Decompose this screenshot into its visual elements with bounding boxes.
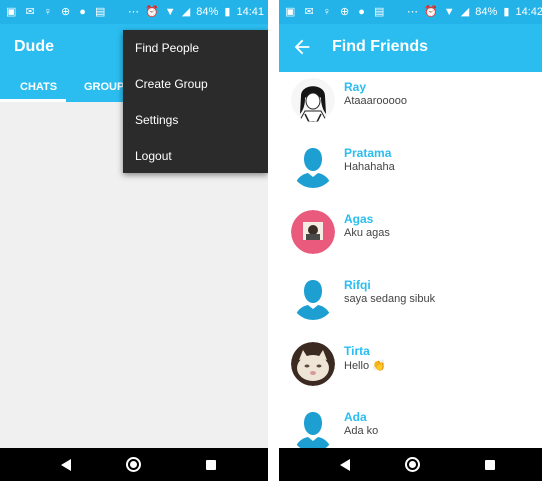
right-screen: ▣ ✉ ♀ ⊕ ● ▤ ⋯ ⏰ ▼ ◢ 84% ▮ 14:42 Find Fri…	[279, 0, 542, 481]
tab-chats[interactable]: CHATS	[20, 81, 57, 93]
friend-status: Aku agas	[344, 227, 390, 239]
sketch-photo-icon	[291, 78, 335, 122]
system-nav-bar	[0, 448, 268, 481]
menu-item-logout[interactable]: Logout	[135, 149, 172, 163]
friend-name: Ada	[344, 410, 367, 424]
friend-status: Ada ko	[344, 425, 379, 437]
avatar	[291, 78, 335, 122]
clock: 14:41	[236, 6, 264, 18]
nav-recents-icon[interactable]	[206, 460, 216, 470]
friend-status: Hahahaha	[344, 161, 395, 173]
status-right: ⋯ ⏰ ▼ ◢ 84% ▮ 14:42	[404, 5, 542, 18]
list-item[interactable]: Tirta Hello 👏	[279, 342, 542, 408]
battery-icon: ▮	[224, 6, 231, 18]
friend-name: Rifqi	[344, 278, 371, 292]
friend-status: saya sedang sibuk	[344, 293, 436, 305]
friend-status: Hello 👏	[344, 360, 386, 372]
list-item[interactable]: Ray Ataaarooooo	[279, 78, 542, 144]
alarm-icon: ⏰	[145, 6, 159, 18]
more-icon: ⋯	[127, 6, 139, 18]
notification-icons: ▣ ✉ ♀ ⊕ ● ▤	[285, 6, 388, 18]
battery-percent: 84%	[196, 6, 219, 18]
system-nav-bar	[279, 448, 542, 481]
signal-icon: ◢	[181, 6, 191, 18]
nav-recents-icon[interactable]	[485, 460, 495, 470]
menu-item-find-people[interactable]: Find People	[135, 41, 199, 55]
cat-photo-icon	[291, 342, 335, 386]
list-item[interactable]: Agas Aku agas	[279, 210, 542, 276]
avatar	[291, 144, 335, 188]
nav-home-icon[interactable]	[126, 457, 141, 472]
nav-back-icon[interactable]	[340, 459, 350, 471]
status-bar: ▣ ✉ ♀ ⊕ ● ▤ ⋯ ⏰ ▼ ◢ 84% ▮ 14:41	[0, 0, 268, 24]
default-person-icon	[295, 148, 331, 188]
overflow-menu: Find People Create Group Settings Logout	[123, 30, 268, 173]
avatar	[291, 342, 335, 386]
page-title: Find Friends	[332, 38, 428, 55]
friend-name: Pratama	[344, 146, 392, 160]
list-item[interactable]: Rifqi saya sedang sibuk	[279, 276, 542, 342]
app-title: Dude	[14, 38, 54, 55]
friend-status: Ataaarooooo	[344, 95, 407, 107]
friend-name: Agas	[344, 212, 374, 226]
friend-name: Ray	[344, 80, 367, 94]
wifi-icon: ▼	[443, 6, 455, 18]
menu-item-create-group[interactable]: Create Group	[135, 77, 208, 91]
alarm-icon: ⏰	[424, 6, 438, 18]
default-person-icon	[295, 280, 331, 320]
avatar	[291, 276, 335, 320]
friend-name: Tirta	[344, 344, 370, 358]
menu-item-settings[interactable]: Settings	[135, 113, 178, 127]
wifi-icon: ▼	[164, 6, 176, 18]
avatar	[291, 210, 335, 254]
battery-percent: 84%	[475, 6, 498, 18]
friends-list: Ray Ataaarooooo Pratama Hahahaha Agas Ak…	[279, 72, 542, 448]
status-bar: ▣ ✉ ♀ ⊕ ● ▤ ⋯ ⏰ ▼ ◢ 84% ▮ 14:42	[279, 0, 542, 24]
list-item[interactable]: Pratama Hahahaha	[279, 144, 542, 210]
tab-indicator	[0, 99, 66, 102]
nav-back-icon[interactable]	[61, 459, 71, 471]
signal-icon: ◢	[460, 6, 470, 18]
app-bar: Find Friends	[279, 24, 542, 72]
clock: 14:42	[515, 6, 542, 18]
left-screen: ▣ ✉ ♀ ⊕ ● ▤ ⋯ ⏰ ▼ ◢ 84% ▮ 14:41 Dude CHA…	[0, 0, 268, 481]
notification-icons: ▣ ✉ ♀ ⊕ ● ▤	[6, 6, 109, 18]
pink-photo-icon	[291, 210, 335, 254]
battery-icon: ▮	[503, 6, 510, 18]
more-icon: ⋯	[406, 6, 418, 18]
list-item[interactable]: Ada Ada ko	[279, 408, 542, 448]
back-arrow-icon[interactable]	[291, 36, 313, 58]
default-person-icon	[295, 412, 331, 448]
avatar	[291, 408, 335, 448]
status-right: ⋯ ⏰ ▼ ◢ 84% ▮ 14:41	[125, 5, 264, 18]
nav-home-icon[interactable]	[405, 457, 420, 472]
